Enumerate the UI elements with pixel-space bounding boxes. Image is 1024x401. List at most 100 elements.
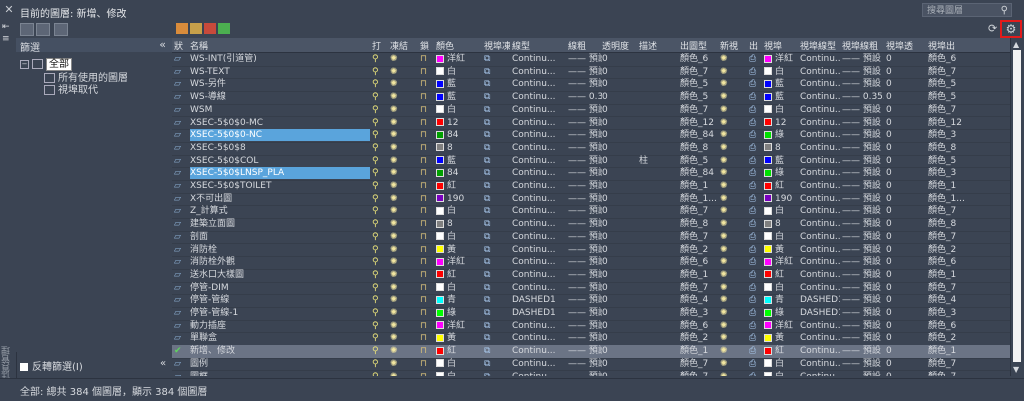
lineweight[interactable]: —— 預設 [568, 104, 602, 116]
new-vp-freeze-icon[interactable]: ✺ [720, 129, 748, 141]
linetype[interactable]: DASHED1 [512, 307, 566, 319]
lock-open-icon[interactable]: ⊓ [420, 167, 434, 179]
lineweight[interactable]: —— 預設 [568, 66, 602, 78]
transparency[interactable]: 0 [602, 129, 638, 141]
vp-transparency[interactable]: 0 [886, 320, 926, 332]
linetype[interactable]: Continu... [512, 358, 566, 370]
new-vp-freeze-icon[interactable]: ✺ [720, 155, 748, 167]
layer-color[interactable]: 綠 [436, 307, 482, 319]
new-vp-freeze-icon[interactable]: ✺ [720, 91, 748, 103]
lock-open-icon[interactable]: ⊓ [420, 53, 434, 65]
layer-color[interactable]: 洋紅 [436, 320, 482, 332]
layer-row[interactable]: ▱XSEC-5$0$COL⚲✺⊓藍⧉Continu...—— 預設0柱顏色_5✺… [172, 155, 1010, 169]
vp-linetype[interactable]: Continu... [800, 180, 840, 192]
transparency[interactable]: 0 [602, 332, 638, 344]
column-header[interactable]: 線型 [512, 39, 566, 52]
vp-plot-style[interactable]: 顏色_5 [928, 155, 968, 167]
vp-freeze-icon[interactable]: ⧉ [484, 231, 510, 243]
vp-freeze-icon[interactable]: ⧉ [484, 155, 510, 167]
freeze-sun-icon[interactable]: ✺ [390, 320, 418, 332]
layer-color[interactable]: 洋紅 [436, 256, 482, 268]
layer-status-icon[interactable]: ▱ [174, 244, 188, 256]
column-header[interactable]: 狀 [174, 39, 188, 52]
layer-status-icon[interactable]: ▱ [174, 193, 188, 205]
plot-style[interactable]: 顏色_12 [680, 117, 718, 129]
new-vp-freeze-icon[interactable]: ✺ [720, 371, 748, 377]
vp-lineweight[interactable]: —— 預設 [842, 307, 884, 319]
new-group-filter-icon[interactable] [36, 23, 50, 36]
layer-status-icon[interactable]: ▱ [174, 78, 188, 90]
vp-freeze-icon[interactable]: ⧉ [484, 345, 510, 357]
plot-style[interactable]: 顏色_84 [680, 167, 718, 179]
vp-plot-style[interactable]: 顏色_3 [928, 307, 968, 319]
vp-color[interactable]: 白 [764, 371, 798, 376]
new-vp-freeze-icon[interactable]: ✺ [720, 231, 748, 243]
vp-color[interactable]: 黃 [764, 332, 798, 344]
layer-row[interactable]: ▱送水口大樣圖⚲✺⊓紅⧉Continu...—— 預設0顏色_1✺⎙紅Conti… [172, 269, 1010, 283]
layer-status-icon[interactable]: ▱ [174, 205, 188, 217]
refresh-icon[interactable]: ⟳ [988, 22, 997, 35]
transparency[interactable]: 0 [602, 91, 638, 103]
vp-freeze-icon[interactable]: ⧉ [484, 104, 510, 116]
plot-style[interactable]: 顏色_6 [680, 320, 718, 332]
layer-color[interactable]: 紅 [436, 269, 482, 281]
plot-icon[interactable]: ⎙ [749, 180, 763, 192]
lock-open-icon[interactable]: ⊓ [420, 117, 434, 129]
vp-color[interactable]: 藍 [764, 78, 798, 90]
vp-color[interactable]: 藍 [764, 91, 798, 103]
vp-color[interactable]: 洋紅 [764, 320, 798, 332]
layer-color[interactable]: 白 [436, 371, 482, 376]
lineweight[interactable]: —— 預設 [568, 345, 602, 357]
freeze-sun-icon[interactable]: ✺ [390, 294, 418, 306]
layer-status-icon[interactable]: ✔ [174, 345, 188, 357]
vp-linetype[interactable]: Continu... [800, 345, 840, 357]
lineweight[interactable]: —— 預設 [568, 320, 602, 332]
layer-name[interactable]: WS-TEXT [190, 66, 370, 78]
new-vp-freeze-icon[interactable]: ✺ [720, 244, 748, 256]
vp-color[interactable]: 12 [764, 117, 798, 129]
column-header[interactable]: 描述 [639, 39, 679, 52]
transparency[interactable]: 0 [602, 167, 638, 179]
layer-status-icon[interactable]: ▱ [174, 66, 188, 78]
vp-freeze-icon[interactable]: ⧉ [484, 53, 510, 65]
lineweight[interactable]: —— 預設 [568, 167, 602, 179]
vp-transparency[interactable]: 0 [886, 205, 926, 217]
lock-open-icon[interactable]: ⊓ [420, 269, 434, 281]
plot-icon[interactable]: ⎙ [749, 358, 763, 370]
layer-on-icon[interactable]: ⚲ [372, 282, 388, 294]
vp-plot-style[interactable]: 顏色_7 [928, 371, 968, 377]
vp-lineweight[interactable]: —— 預設 [842, 371, 884, 377]
vp-lineweight[interactable]: —— 預設 [842, 320, 884, 332]
plot-icon[interactable]: ⎙ [749, 78, 763, 90]
delete-layer-icon[interactable] [204, 23, 216, 34]
layer-name[interactable]: 單聯盒 [190, 332, 370, 344]
layer-on-icon[interactable]: ⚲ [372, 205, 388, 217]
vp-linetype[interactable]: Continu... [800, 129, 840, 141]
new-property-filter-icon[interactable] [20, 23, 34, 36]
layer-on-icon[interactable]: ⚲ [372, 66, 388, 78]
lineweight[interactable]: —— 預設 [568, 142, 602, 154]
layer-row[interactable]: ▱剖面⚲✺⊓白⧉Continu...—— 預設0顏色_7✺⎙白Continu..… [172, 231, 1010, 245]
plot-style[interactable]: 顏色_84 [680, 129, 718, 141]
layer-status-icon[interactable]: ▱ [174, 104, 188, 116]
vp-transparency[interactable]: 0 [886, 66, 926, 78]
layer-on-icon[interactable]: ⚲ [372, 180, 388, 192]
plot-style[interactable]: 顏色_2 [680, 244, 718, 256]
vp-lineweight[interactable]: —— 預設 [842, 358, 884, 370]
vp-transparency[interactable]: 0 [886, 218, 926, 230]
vp-linetype[interactable]: Continu... [800, 358, 840, 370]
vertical-scrollbar[interactable]: ▲ ▼ [1010, 38, 1023, 376]
plot-icon[interactable]: ⎙ [749, 91, 763, 103]
freeze-sun-icon[interactable]: ✺ [390, 193, 418, 205]
layer-row[interactable]: ▱WSM⚲✺⊓白⧉Continu...—— 預設0顏色_7✺⎙白Continu.… [172, 104, 1010, 118]
column-header[interactable]: 透明度 [602, 39, 638, 52]
lineweight[interactable]: —— 預設 [568, 53, 602, 65]
lineweight[interactable]: —— 預設 [568, 231, 602, 243]
layer-name[interactable]: WS-INT(引道管) [190, 53, 370, 65]
vp-color[interactable]: 8 [764, 218, 798, 230]
layer-color[interactable]: 白 [436, 358, 482, 370]
vp-transparency[interactable]: 0 [886, 104, 926, 116]
lineweight[interactable]: —— 預設 [568, 244, 602, 256]
layer-name[interactable]: X不可出圖 [190, 193, 370, 205]
lock-open-icon[interactable]: ⊓ [420, 180, 434, 192]
